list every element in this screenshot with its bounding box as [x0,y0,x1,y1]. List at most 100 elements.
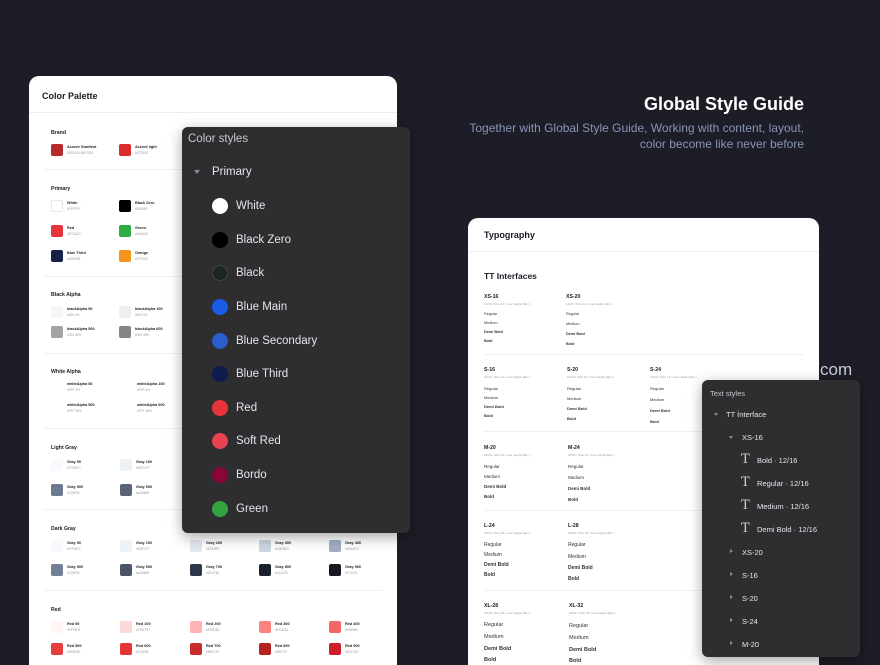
type-style-name: S-20 [567,367,578,373]
color-dot-icon [212,366,228,382]
weight-medium: Medium [650,397,665,402]
weight-demi-bold: Demi Bold [484,330,503,334]
swatch-hex: #FFFFFF [67,207,81,211]
color-style-label: Blue Main [236,301,288,313]
type-style-name: M-20 [484,445,496,451]
color-dot-icon [212,433,228,449]
color-style-item-black[interactable]: Black [212,263,264,283]
swatch-name: Gray 600 [136,485,153,489]
color-styles-title: Color styles [188,133,249,145]
expand-arrow-icon[interactable] [730,641,733,645]
swatch-hex: #F7FAFC [67,466,81,470]
text-style-item[interactable]: Bold · 12/16 [757,456,797,465]
swatch-name: blackAlpha 600 [135,327,163,331]
swatch-hex: #E53E3E [67,650,81,654]
color-swatch [51,306,63,318]
swatch-name: whiteAlpha 600 [137,403,165,407]
weight-bold: Bold [484,339,493,343]
text-style-item[interactable]: Regular · 12/16 [757,479,809,488]
text-style-icon: T [741,521,750,536]
text-style-group[interactable]: S-24 [742,617,758,626]
color-swatch [259,643,271,655]
weight-regular: Regular [567,386,582,391]
weight-bold: Bold [484,413,493,418]
swatch-hex: #FFF5F5 [67,628,81,632]
text-style-item[interactable]: Demi Bold · 12/16 [757,525,817,534]
color-swatch [51,564,63,576]
swatch-name: Red 100 [136,622,151,626]
text-style-group[interactable]: M-20 [742,640,759,649]
text-style-icon: T [741,498,750,513]
color-swatch [120,459,132,471]
color-style-label: Blue Secondary [236,335,318,347]
text-style-icon: T [741,452,750,467]
color-style-item-green[interactable]: Green [212,499,268,519]
expand-arrow-icon[interactable] [730,549,733,553]
color-style-label: Black [236,267,265,279]
color-palette-title: Color Palette [42,91,98,101]
color-style-item-blue-third[interactable]: Blue Third [212,364,288,384]
swatch-hex: #FFF 6% [137,388,151,392]
color-style-item-blue-secondary[interactable]: Blue Secondary [212,331,317,351]
swatch-name: Red 900 [345,644,360,648]
text-style-group[interactable]: S-20 [742,594,758,603]
color-swatch [329,540,341,552]
swatch-hex: #2D3748 [206,571,219,575]
weight-bold: Bold [569,658,582,664]
swatch-name: Red [67,226,75,230]
collapse-arrow-icon[interactable] [714,413,718,416]
collapse-arrow-icon[interactable] [194,170,200,174]
color-swatch [259,564,271,576]
color-style-item-bordo[interactable]: Bordo [212,465,267,485]
text-style-group[interactable]: XS-20 [742,548,763,557]
typography-title: Typography [484,230,535,240]
text-style-icon: T [741,475,750,490]
text-style-group-xs-16[interactable]: XS-16 [742,433,763,442]
swatch-hex: #FED7D7 [136,628,150,632]
swatch-name: whiteAlpha 50 [67,382,93,386]
swatch-hex: #FFF 36% [67,409,82,413]
swatch-name: Accent Gradient [67,145,97,149]
color-group-primary[interactable]: Primary [212,166,252,178]
color-style-item-black-zero[interactable]: Black Zero [212,230,291,250]
swatch-hex: #9B2C2C [206,650,220,654]
type-style-meta: 14/16 ( Size 14 / Line height 16px ) [484,375,531,379]
color-style-label: Soft Red [236,435,281,447]
swatch-name: Gray 500 [67,485,84,489]
color-style-label: Blue Third [236,368,289,380]
color-dot-icon [212,400,228,416]
text-style-item[interactable]: Medium · 12/16 [757,502,809,511]
swatch-name: Red 600 [136,644,151,648]
color-swatch [190,564,202,576]
weight-medium: Medium [484,634,504,640]
swatch-hex: #63171B [345,650,358,654]
section-title-black-alpha: Black Alpha [51,292,81,298]
expand-arrow-icon[interactable] [730,595,733,599]
weight-demi-bold: Demi Bold [650,408,670,413]
swatch-hex: #718096 [67,491,80,495]
type-style-name: L-24 [484,523,495,529]
weight-bold: Bold [484,494,494,499]
swatch-name: whiteAlpha 100 [137,382,165,386]
weight-bold: Bold [484,657,497,663]
swatch-hex: #718096 [67,571,80,575]
weight-regular: Regular [484,542,502,548]
color-style-item-red[interactable]: Red [212,398,257,418]
expand-arrow-icon[interactable] [730,618,733,622]
swatch-name: Blue Third [67,251,86,255]
type-style-name: XS-16 [484,294,499,300]
color-style-item-blue-main[interactable]: Blue Main [212,297,287,317]
color-swatch [259,621,271,633]
collapse-arrow-icon[interactable] [729,436,733,439]
color-style-item-soft-red[interactable]: Soft Red [212,431,281,451]
text-family-group[interactable]: TT İnterface [726,410,766,419]
color-swatch [51,459,63,471]
text-style-group[interactable]: S-16 [742,571,758,580]
color-swatch [51,225,63,237]
weight-medium: Medium [484,321,498,325]
color-style-item-white[interactable]: White [212,196,265,216]
color-dot-icon [212,198,228,214]
expand-arrow-icon[interactable] [730,572,733,576]
color-dot-icon [212,467,228,483]
swatch-hex: #822727 [275,650,288,654]
